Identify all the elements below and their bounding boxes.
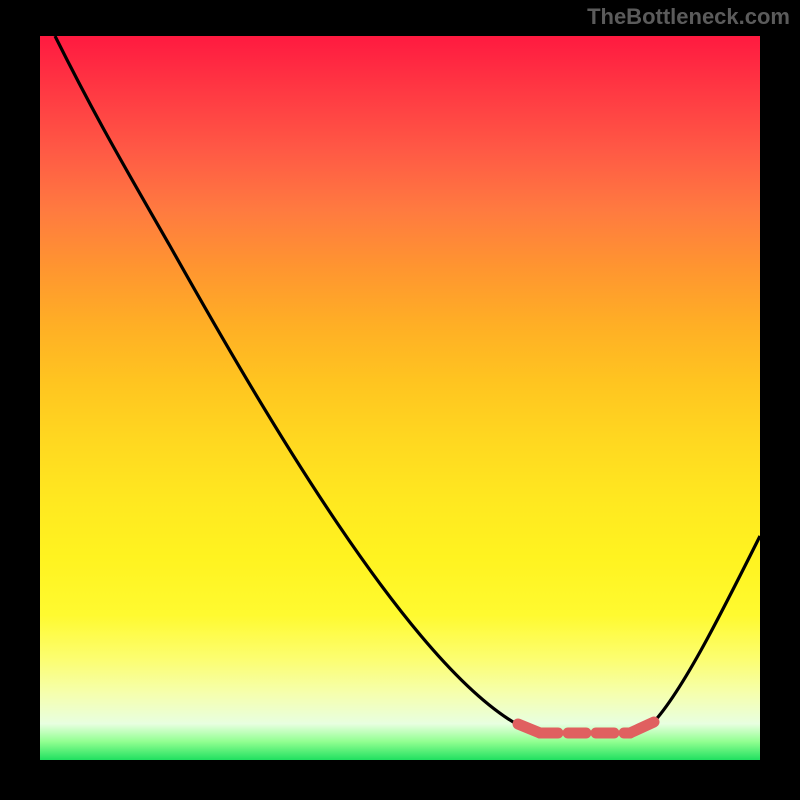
chart-plot-area — [40, 36, 760, 760]
curve-svg — [40, 36, 760, 760]
watermark-text: TheBottleneck.com — [587, 4, 790, 30]
chart-container: TheBottleneck.com — [0, 0, 800, 800]
optimum-marker — [518, 722, 654, 733]
bottleneck-curve — [55, 36, 760, 733]
